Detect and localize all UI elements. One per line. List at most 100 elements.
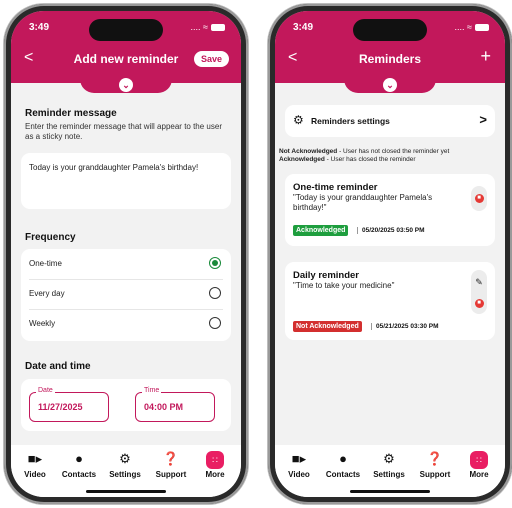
page-title: Reminders: [358, 52, 422, 66]
nav-label: Contacts: [61, 470, 97, 479]
option-label: Every day: [29, 289, 65, 298]
dynamic-island: [89, 19, 163, 41]
reminder-card[interactable]: Daily reminder "Time to take your medici…: [285, 262, 495, 340]
delete-button[interactable]: ■: [471, 186, 487, 211]
reminder-title: Daily reminder: [293, 270, 359, 281]
frequency-option-one-time[interactable]: One-time: [29, 249, 223, 280]
datetime-section-title: Date and time: [25, 361, 91, 372]
nav-label: More: [205, 470, 225, 479]
nav-item-support[interactable]: ❓ Support: [149, 451, 193, 479]
battery-icon: [475, 24, 489, 32]
help-icon: ❓: [162, 451, 180, 466]
nav-item-more[interactable]: ∷ More: [193, 451, 237, 479]
time-field[interactable]: Time 04:00 PM: [135, 387, 215, 422]
option-label: One-time: [29, 259, 62, 268]
nav-item-video[interactable]: ■▸ Video: [277, 451, 321, 479]
nav-item-support[interactable]: ❓ Support: [413, 451, 457, 479]
frequency-card: One-time Every day Weekly: [21, 249, 231, 341]
edit-icon[interactable]: ✎: [471, 274, 487, 290]
reminders-screen: 3:49 .... ≈ < Reminders + ⌄ ⚙ Reminders …: [275, 11, 505, 497]
legend-acknowledged: Acknowledged - User has closed the remin…: [279, 156, 449, 164]
reminder-date: 05/21/2025 03:30 PM: [371, 323, 439, 330]
settings-label: Reminders settings: [311, 116, 390, 126]
radio-icon[interactable]: [209, 287, 221, 299]
frequency-option-every-day[interactable]: Every day: [29, 279, 223, 310]
battery-icon: [211, 24, 225, 32]
legend-text: - User has not closed the reminder yet: [337, 148, 450, 155]
time-value: 04:00 PM: [144, 402, 184, 412]
legend-key: Not Acknowledged: [279, 148, 338, 155]
signal-icon: ....: [190, 22, 201, 32]
frequency-section-title: Frequency: [25, 232, 76, 243]
reminder-date: 05/20/2025 03:50 PM: [357, 227, 425, 234]
chevron-down-icon[interactable]: ⌄: [119, 78, 133, 92]
nav-label: Contacts: [325, 470, 361, 479]
date-label: Date: [36, 387, 55, 394]
status-icons: .... ≈: [191, 22, 225, 32]
nav-label: More: [469, 470, 489, 479]
gear-icon: ⚙: [293, 113, 304, 127]
phone-frame-right: 3:49 .... ≈ < Reminders + ⌄ ⚙ Reminders …: [268, 4, 512, 504]
status-icons: .... ≈: [455, 22, 489, 32]
save-button[interactable]: Save: [193, 51, 229, 67]
chevron-down-icon[interactable]: ⌄: [383, 78, 397, 92]
phone-frame-left: 3:49 .... ≈ < Add new reminder Save ⌄ Re…: [4, 4, 248, 504]
status-time: 3:49: [293, 22, 314, 33]
nav-label: Video: [24, 470, 46, 479]
datetime-card: Date 11/27/2025 Time 04:00 PM: [21, 379, 231, 431]
trash-icon[interactable]: ■: [471, 294, 487, 310]
reminder-card[interactable]: One-time reminder "Today is your grandda…: [285, 174, 495, 246]
video-icon: ■▸: [27, 451, 43, 466]
nav-item-more[interactable]: ∷ More: [457, 451, 501, 479]
video-icon: ■▸: [291, 451, 307, 466]
more-icon: ∷: [193, 451, 237, 469]
option-label: Weekly: [29, 319, 56, 328]
trash-icon: ■: [471, 189, 487, 205]
frequency-option-weekly[interactable]: Weekly: [29, 309, 223, 339]
nav-label: Settings: [373, 470, 405, 479]
signal-icon: ....: [454, 22, 465, 32]
nav-item-settings[interactable]: ⚙ Settings: [367, 451, 411, 479]
legend-not-acknowledged: Not Acknowledged - User has not closed t…: [279, 148, 449, 156]
reminders-settings-row[interactable]: ⚙ Reminders settings >: [285, 105, 495, 137]
reminder-text: "Today is your granddaughter Pamela's bi…: [293, 193, 433, 212]
status-badge: Acknowledged: [293, 225, 349, 236]
message-text: Today is your granddaughter Pamela's bir…: [29, 163, 199, 172]
nav-item-contacts[interactable]: ● Contacts: [321, 451, 365, 479]
gear-icon: ⚙: [119, 451, 131, 466]
help-icon: ❓: [426, 451, 444, 466]
nav-label: Settings: [109, 470, 141, 479]
radio-selected-icon[interactable]: [209, 257, 221, 269]
dynamic-island: [353, 19, 427, 41]
contacts-icon: ●: [339, 451, 347, 466]
app-header: 3:49 .... ≈ < Add new reminder Save: [11, 11, 241, 83]
message-description: Enter the reminder message that will app…: [25, 122, 222, 141]
status-legend: Not Acknowledged - User has not closed t…: [279, 148, 449, 164]
reminder-actions: ✎ ■: [471, 270, 487, 314]
radio-icon[interactable]: [209, 317, 221, 329]
legend-text: - User has closed the reminder: [324, 156, 416, 163]
home-indicator: [350, 490, 430, 493]
nav-label: Support: [419, 470, 451, 479]
nav-item-settings[interactable]: ⚙ Settings: [103, 451, 147, 479]
add-reminder-screen: 3:49 .... ≈ < Add new reminder Save ⌄ Re…: [11, 11, 241, 497]
more-icon: ∷: [457, 451, 501, 469]
nav-item-video[interactable]: ■▸ Video: [13, 451, 57, 479]
date-field[interactable]: Date 11/27/2025: [29, 387, 109, 422]
legend-key: Acknowledged: [279, 156, 325, 163]
reminder-title: One-time reminder: [293, 182, 378, 193]
status-badge: Not Acknowledged: [293, 321, 362, 332]
nav-label: Support: [155, 470, 187, 479]
message-input[interactable]: Today is your granddaughter Pamela's bir…: [21, 153, 231, 209]
status-time: 3:49: [29, 22, 50, 33]
message-section-title: Reminder message: [25, 108, 117, 119]
app-header: 3:49 .... ≈ < Reminders +: [275, 11, 505, 83]
contacts-icon: ●: [75, 451, 83, 466]
reminder-text: "Time to take your medicine": [293, 281, 395, 290]
home-indicator: [86, 490, 166, 493]
wifi-icon: ≈: [203, 22, 208, 32]
bottom-nav: ■▸ Video ● Contacts ⚙ Settings ❓ Support…: [275, 445, 505, 497]
add-reminder-button[interactable]: +: [480, 46, 491, 67]
date-value: 11/27/2025: [38, 402, 83, 412]
nav-item-contacts[interactable]: ● Contacts: [57, 451, 101, 479]
